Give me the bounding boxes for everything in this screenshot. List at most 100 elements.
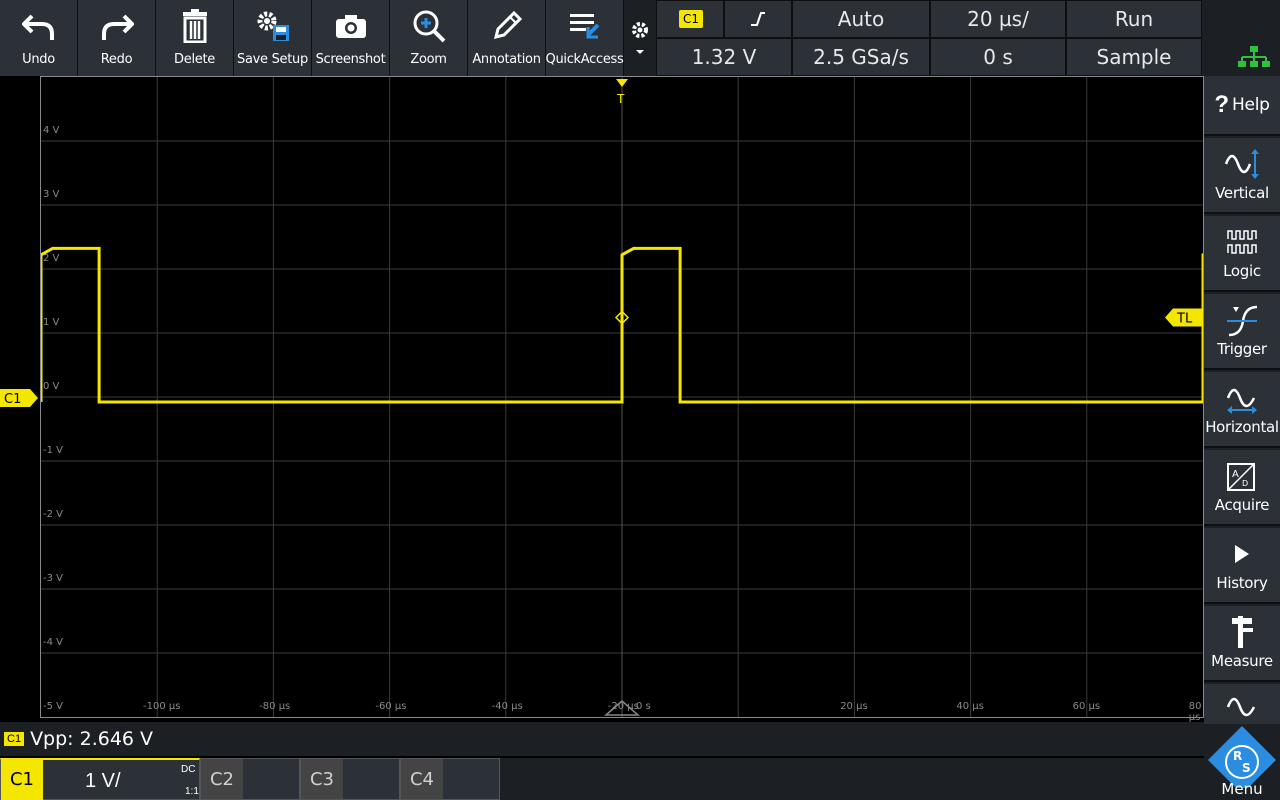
run-state[interactable]: Run [1066, 0, 1202, 38]
screenshot-label: Screenshot [315, 52, 386, 67]
trigger-level[interactable]: 1.32 V [656, 38, 792, 76]
quickaccess-button[interactable]: QuickAccess [546, 0, 624, 76]
timebase[interactable]: 20 µs/ [930, 0, 1066, 38]
annotation-label: Annotation [472, 52, 541, 67]
x-axis-label: -100 µs [143, 701, 181, 712]
caliper-icon [1228, 612, 1256, 652]
channel-offset-marker[interactable]: C1 [0, 389, 38, 407]
trigger-slope[interactable] [724, 0, 792, 38]
trash-icon [175, 8, 215, 44]
more-button[interactable] [1204, 684, 1280, 724]
trigger-position-label: T [616, 92, 625, 106]
redo-label: Redo [100, 52, 133, 67]
channel-c3-tab[interactable]: C3 [300, 758, 400, 800]
trigger-source[interactable]: C1 [656, 0, 724, 38]
help-label: Help [1232, 95, 1270, 115]
gear-icon [632, 22, 648, 38]
waveform-icon [1226, 688, 1258, 724]
history-label: History [1216, 574, 1268, 592]
channel-c4-name: C4 [401, 759, 443, 799]
measurement-channel-badge: C1 [4, 732, 25, 746]
horizontal-icon [1224, 378, 1260, 418]
zoom-label: Zoom [410, 52, 447, 67]
svg-text:A: A [1232, 469, 1239, 480]
rising-edge-icon [751, 12, 765, 26]
channel-c3-name: C3 [301, 759, 343, 799]
horizontal-button[interactable]: Horizontal [1204, 372, 1280, 448]
trigger-level-label: TL [1176, 312, 1193, 327]
acquire-button[interactable]: AD Acquire [1204, 450, 1280, 526]
help-icon: ? [1214, 91, 1230, 118]
settings-button[interactable] [624, 0, 656, 76]
y-axis-label: -3 V [43, 573, 63, 584]
x-axis-label: -20 µs [607, 701, 639, 712]
time-offset[interactable]: 0 s [930, 38, 1066, 76]
logic-icon [1226, 222, 1258, 262]
network-icon [1238, 46, 1270, 67]
waveform-display[interactable]: T TL 4 V3 V2 V1 V0 V -1 V -2 V -3 V -4 V -5 V … [40, 76, 1204, 723]
menu-label: Menu [1221, 780, 1263, 798]
channel-c2-name: C2 [201, 759, 243, 799]
y-axis-label: 2 V [43, 253, 60, 264]
screenshot-button[interactable]: Screenshot [312, 0, 390, 76]
delete-label: Delete [174, 52, 215, 67]
trigger-mode[interactable]: Auto [792, 0, 930, 38]
channel-c1-scale: 1 V/ [85, 770, 121, 792]
zoom-button[interactable]: Zoom [390, 0, 468, 76]
svg-text:D: D [1242, 479, 1248, 488]
channel-c2-tab[interactable]: C2 [200, 758, 300, 800]
channel-c4-tab[interactable]: C4 [400, 758, 500, 800]
waveform-trace [41, 246, 1203, 404]
delete-button[interactable]: Delete [156, 0, 234, 76]
chevron-down-icon [636, 50, 644, 54]
x-axis-label: -80 µs [259, 701, 291, 712]
trigger-position-marker [616, 79, 628, 87]
quickaccess-icon [565, 8, 605, 44]
measurement-vpp[interactable]: Vpp: 2.646 V [30, 728, 153, 750]
undo-label: Undo [22, 52, 55, 67]
save-setup-button[interactable]: Save Setup [234, 0, 312, 76]
play-icon [1232, 534, 1252, 574]
pencil-icon [487, 8, 527, 44]
trigger-label: Trigger [1217, 340, 1267, 358]
menu-button[interactable]: R S Menu [1204, 724, 1280, 800]
redo-button[interactable]: Redo [78, 0, 156, 76]
undo-button[interactable]: Undo [0, 0, 78, 76]
acquire-label: Acquire [1214, 496, 1270, 514]
logic-button[interactable]: Logic [1204, 216, 1280, 292]
y-axis-label: -5 V [43, 701, 63, 712]
x-axis-label: -40 µs [491, 701, 523, 712]
trigger-icon [1225, 300, 1259, 340]
acquisition-mode[interactable]: Sample [1066, 38, 1202, 76]
channel-c1-tab[interactable]: C1 1 V/ DC 1:1 [0, 758, 200, 800]
vertical-label: Vertical [1215, 184, 1269, 202]
sample-rate[interactable]: 2.5 GSa/s [792, 38, 930, 76]
svg-text:R: R [1233, 749, 1242, 763]
zoom-icon [409, 8, 449, 44]
top-toolbar: Undo Redo Delete Save Setup Screenshot Z… [0, 0, 1280, 76]
vertical-button[interactable]: Vertical [1204, 138, 1280, 214]
measure-label: Measure [1211, 652, 1273, 670]
save-setup-label: Save Setup [237, 52, 308, 67]
trigger-source-badge: C1 [679, 10, 704, 28]
channel-c1-ratio: 1:1 [185, 786, 199, 797]
annotation-button[interactable]: Annotation [468, 0, 546, 76]
y-axis-label: 0 V [43, 381, 60, 392]
measurement-bar: C1 Vpp: 2.646 V [0, 722, 1204, 756]
y-axis-label: -1 V [43, 445, 63, 456]
trigger-button[interactable]: Trigger [1204, 294, 1280, 370]
help-button[interactable]: ? Help [1204, 76, 1280, 136]
camera-icon [331, 8, 371, 44]
save-setup-icon [253, 8, 293, 44]
horizontal-label: Horizontal [1205, 418, 1279, 436]
logic-label: Logic [1223, 262, 1261, 280]
undo-icon [19, 8, 59, 44]
measure-button[interactable]: Measure [1204, 606, 1280, 682]
acquire-icon: AD [1226, 456, 1258, 496]
x-axis-label: 60 µs [1072, 701, 1101, 712]
x-axis-label: 0 s [636, 701, 651, 712]
svg-text:S: S [1242, 761, 1251, 775]
quickaccess-label: QuickAccess [545, 52, 624, 67]
history-button[interactable]: History [1204, 528, 1280, 604]
right-sidebar: ? Help Vertical Logic Trigger Horizontal… [1204, 76, 1280, 800]
